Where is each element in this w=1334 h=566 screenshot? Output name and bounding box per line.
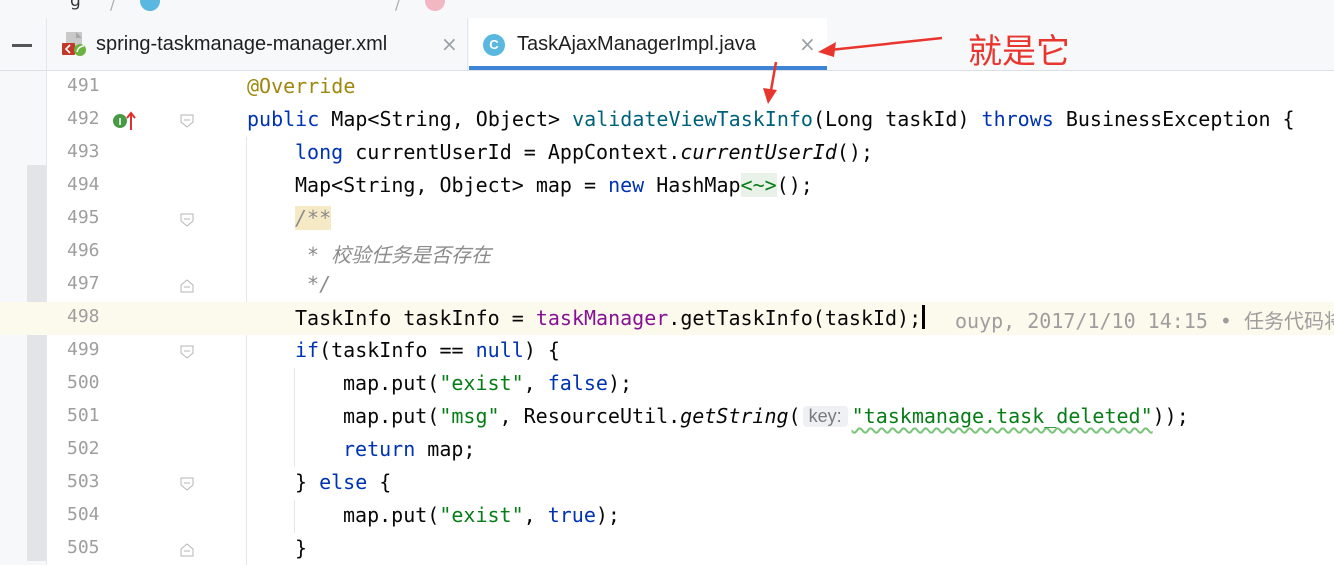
line-number: 502 [67, 438, 100, 459]
line-number: 500 [67, 372, 100, 393]
code-text: } else { [295, 470, 392, 494]
code-line: 501 map.put("msg", ResourceUtil.getStrin… [0, 401, 1334, 434]
close-icon[interactable]: × [441, 32, 458, 56]
fold-icon[interactable] [180, 477, 194, 491]
code-text: public Map<String, Object> validateViewT… [247, 107, 1295, 131]
xml-spring-file-icon [62, 32, 86, 56]
fold-icon[interactable] [180, 213, 194, 227]
code-line: 491 @Override [0, 71, 1334, 104]
git-blame-annotation: ouyp, 2017/1/10 14:15 • 任务代码将 [955, 309, 1334, 333]
breadcrumb-separator: / [110, 0, 116, 13]
fold-icon[interactable] [180, 345, 194, 359]
current-code-line: 498 TaskInfo taskInfo = taskManager.getT… [0, 302, 1334, 335]
code-text: long currentUserId = AppContext.currentU… [295, 140, 873, 164]
parameter-hint: key: [802, 406, 848, 427]
code-line: 492 I public Map<String, Object> validat… [0, 104, 1334, 137]
tab-label: TaskAjaxManagerImpl.java [517, 33, 756, 55]
breadcrumb: g / / [0, 0, 1334, 19]
code-line: 505 } [0, 533, 1334, 566]
code-editor[interactable]: 491 @Override 492 I public Map<String, O… [0, 71, 1334, 565]
code-line: 494 Map<String, Object> map = new HashMa… [0, 170, 1334, 203]
code-line: 493 long currentUserId = AppContext.curr… [0, 137, 1334, 170]
code-text: TaskInfo taskInfo = taskManager.getTaskI… [295, 305, 926, 330]
close-icon[interactable]: × [799, 32, 816, 56]
line-number: 501 [67, 405, 100, 426]
doc-comment: /** [295, 206, 332, 230]
code-text: if(taskInfo == null) { [295, 338, 560, 362]
line-number: 503 [67, 471, 100, 492]
code-line: 495 /** [0, 203, 1334, 236]
line-number: 497 [67, 273, 100, 294]
line-number: 505 [67, 537, 100, 558]
code-text: map.put("exist", true); [343, 503, 620, 527]
line-number: 493 [67, 141, 100, 162]
breadcrumb-text: g [70, 0, 81, 11]
fold-icon[interactable] [180, 114, 194, 128]
breadcrumb-separator: / [395, 0, 401, 13]
code-line: 497 */ [0, 269, 1334, 302]
code-text: } [295, 536, 308, 560]
line-number: 496 [67, 240, 100, 261]
code-line: 503 } else { [0, 467, 1334, 500]
svg-text:I: I [119, 117, 122, 128]
fold-end-icon[interactable] [180, 543, 194, 557]
tab-spring-taskmanage-manager-xml[interactable]: spring-taskmanage-manager.xml × [46, 18, 468, 70]
annotation-token: @Override [247, 74, 356, 98]
code-text: map.put("msg", ResourceUtil.getString(ke… [343, 404, 1189, 428]
fold-end-icon[interactable] [180, 279, 194, 293]
editor-tab-bar: spring-taskmanage-manager.xml × C TaskAj… [0, 18, 1334, 71]
hide-panel-button[interactable] [0, 18, 47, 70]
code-line: 496 * 校验任务是否存在 [0, 236, 1334, 269]
line-number: 494 [67, 174, 100, 195]
line-number: 495 [67, 207, 100, 228]
annotation-label: 就是它 [968, 32, 1070, 72]
code-text: Map<String, Object> map = new HashMap<~>… [295, 173, 813, 197]
line-number: 498 [67, 306, 100, 327]
doc-comment: * 校验任务是否存在 [295, 243, 492, 267]
tab-taskajaxmanagerimpl-java[interactable]: C TaskAjaxManagerImpl.java × [469, 18, 827, 70]
line-number: 492 [67, 108, 100, 129]
code-text: return map; [343, 437, 476, 461]
minimize-icon [12, 44, 32, 47]
java-class-icon: C [483, 34, 505, 56]
code-line: 499 if(taskInfo == null) { [0, 335, 1334, 368]
line-number: 504 [67, 504, 100, 525]
code-line: 500 map.put("exist", false); [0, 368, 1334, 401]
tab-label: spring-taskmanage-manager.xml [96, 33, 388, 55]
doc-comment: */ [295, 272, 332, 296]
code-line: 504 map.put("exist", true); [0, 500, 1334, 533]
class-icon [140, 0, 160, 11]
code-line: 502 return map; [0, 434, 1334, 467]
method-icon [425, 0, 445, 11]
code-text: map.put("exist", false); [343, 371, 633, 395]
text-caret [922, 305, 926, 329]
line-number: 491 [67, 75, 100, 96]
line-number: 499 [67, 339, 100, 360]
implements-method-icon[interactable]: I [112, 110, 136, 132]
